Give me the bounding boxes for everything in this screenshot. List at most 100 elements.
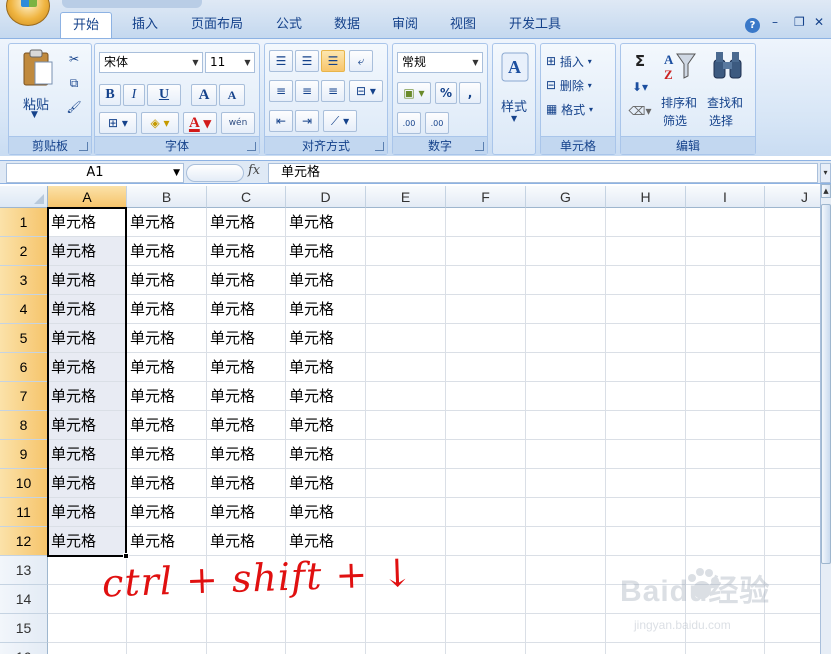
cell[interactable]	[526, 643, 606, 654]
cell[interactable]	[366, 208, 446, 237]
cell[interactable]	[207, 643, 286, 654]
align-middle-icon[interactable]: ☰	[295, 50, 319, 72]
clear-icon[interactable]: ⌫▾	[625, 100, 655, 122]
cell[interactable]	[686, 353, 765, 382]
cell[interactable]	[606, 643, 686, 654]
cell[interactable]	[526, 208, 606, 237]
cell[interactable]	[686, 469, 765, 498]
cell[interactable]: 单元格	[48, 527, 127, 556]
column-header[interactable]: C	[207, 186, 286, 208]
cell[interactable]: 单元格	[207, 353, 286, 382]
row-header[interactable]: 8	[0, 411, 48, 440]
cell[interactable]: 单元格	[48, 324, 127, 353]
column-header[interactable]: I	[686, 186, 765, 208]
cell[interactable]	[446, 382, 526, 411]
column-header[interactable]: J	[765, 186, 820, 208]
delete-cells-button[interactable]: ⊟ 删除 ▾	[545, 74, 611, 96]
cell[interactable]	[526, 353, 606, 382]
cell[interactable]: 单元格	[48, 208, 127, 237]
cell[interactable]	[446, 208, 526, 237]
cell[interactable]: 单元格	[286, 498, 366, 527]
cell[interactable]	[48, 614, 127, 643]
cell[interactable]	[606, 498, 686, 527]
dialog-launcher-icon[interactable]	[247, 142, 256, 151]
cell[interactable]	[765, 498, 820, 527]
cell[interactable]: 单元格	[127, 295, 207, 324]
cell[interactable]: 单元格	[286, 237, 366, 266]
increase-indent-icon[interactable]: ⇥	[295, 110, 319, 132]
cell[interactable]	[765, 208, 820, 237]
paste-icon[interactable]	[21, 48, 55, 88]
scroll-up-icon[interactable]: ▲	[821, 184, 831, 198]
row-header[interactable]: 13	[0, 556, 48, 585]
cell[interactable]: 单元格	[286, 382, 366, 411]
cell[interactable]	[765, 614, 820, 643]
cell[interactable]	[526, 411, 606, 440]
cell[interactable]: 单元格	[286, 353, 366, 382]
cell[interactable]	[446, 411, 526, 440]
help-icon[interactable]: ?	[745, 18, 760, 33]
bold-button[interactable]: B	[99, 84, 121, 106]
decrease-decimal-button[interactable]: .00	[425, 112, 449, 134]
find-binoculars-icon[interactable]	[711, 50, 745, 82]
cell[interactable]	[686, 643, 765, 654]
cell[interactable]	[366, 469, 446, 498]
cell[interactable]: 单元格	[286, 295, 366, 324]
cell[interactable]	[366, 295, 446, 324]
cut-icon[interactable]: ✂	[63, 48, 85, 70]
cell[interactable]	[765, 556, 820, 585]
number-format-select[interactable]: 常规 ▼	[397, 52, 483, 73]
formula-input[interactable]: 单元格	[268, 163, 818, 183]
cell[interactable]	[526, 295, 606, 324]
row-header[interactable]: 14	[0, 585, 48, 614]
cell[interactable]	[686, 266, 765, 295]
cell[interactable]	[526, 614, 606, 643]
phonetic-button[interactable]: wén	[221, 112, 255, 134]
fill-icon[interactable]: ⬇▾	[625, 76, 655, 98]
cell[interactable]: 单元格	[127, 353, 207, 382]
cell[interactable]	[765, 585, 820, 614]
cell[interactable]	[606, 411, 686, 440]
cell[interactable]: 单元格	[127, 469, 207, 498]
minimize-icon[interactable]: –	[772, 15, 778, 29]
cell[interactable]	[686, 527, 765, 556]
align-bottom-icon[interactable]: ☰	[321, 50, 345, 72]
cell[interactable]	[127, 614, 207, 643]
tab-insert[interactable]: 插入	[120, 12, 170, 38]
cell[interactable]: 单元格	[127, 324, 207, 353]
quick-access-toolbar[interactable]	[62, 0, 202, 8]
cell[interactable]: 单元格	[286, 469, 366, 498]
cell[interactable]: 单元格	[48, 411, 127, 440]
chevron-down-icon[interactable]: ▼	[189, 53, 202, 72]
cell[interactable]: 单元格	[127, 208, 207, 237]
cell[interactable]: 单元格	[48, 382, 127, 411]
cell[interactable]: 单元格	[207, 382, 286, 411]
cell[interactable]	[366, 324, 446, 353]
row-header[interactable]: 6	[0, 353, 48, 382]
sort-filter-label-1[interactable]: 排序和	[661, 94, 697, 111]
cell[interactable]	[606, 295, 686, 324]
cell[interactable]	[686, 324, 765, 353]
comma-button[interactable]: ,	[459, 82, 481, 104]
column-header[interactable]: G	[526, 186, 606, 208]
cell[interactable]	[446, 643, 526, 654]
cell[interactable]	[606, 237, 686, 266]
cell[interactable]	[526, 498, 606, 527]
chevron-down-icon[interactable]: ▼	[241, 53, 254, 72]
row-header[interactable]: 2	[0, 237, 48, 266]
cell[interactable]	[366, 382, 446, 411]
cell[interactable]: 单元格	[207, 295, 286, 324]
chevron-down-icon[interactable]: ▼	[469, 53, 482, 72]
vertical-scrollbar[interactable]: ▲	[820, 184, 831, 654]
font-size-select[interactable]: 11 ▼	[205, 52, 255, 73]
find-select-label-2[interactable]: 选择	[709, 112, 733, 129]
office-button[interactable]	[6, 0, 50, 26]
merge-center-icon[interactable]: ⊟ ▾	[349, 80, 383, 102]
cell[interactable]	[446, 469, 526, 498]
cell[interactable]	[606, 324, 686, 353]
cell[interactable]: 单元格	[48, 266, 127, 295]
cell[interactable]	[526, 469, 606, 498]
underline-button[interactable]: U	[147, 84, 181, 106]
find-select-label-1[interactable]: 查找和	[707, 94, 743, 111]
insert-function-icon[interactable]: fx	[248, 163, 260, 178]
